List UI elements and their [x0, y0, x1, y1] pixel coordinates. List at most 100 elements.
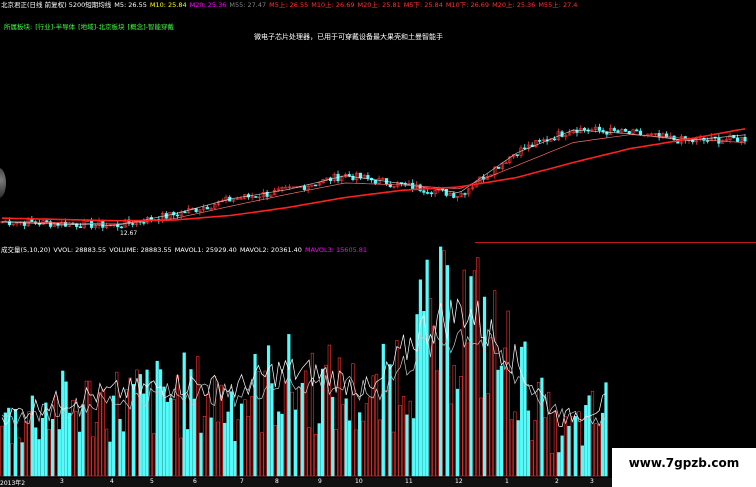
- indicator-value: M5下: 25.84: [403, 1, 443, 9]
- candle-body: [302, 186, 307, 190]
- volume-bar: [101, 388, 105, 477]
- volume-bar: [61, 370, 65, 477]
- candle-body: [515, 154, 519, 156]
- volume-bar: [371, 375, 375, 477]
- volume-bar: [223, 422, 227, 477]
- candle-body: [366, 175, 370, 179]
- volume-bar: [334, 429, 338, 477]
- volume-bar: [47, 429, 51, 477]
- volume-bar: [395, 340, 399, 477]
- volume-bar: [24, 420, 28, 477]
- volume-bar: [51, 419, 55, 477]
- volume-bar: [192, 398, 196, 477]
- volume-bar: [469, 276, 473, 477]
- volume-bar: [506, 310, 510, 477]
- volume-bar: [509, 419, 514, 477]
- volume-bar: [121, 431, 126, 477]
- volume-bar: [263, 370, 267, 477]
- candle-body: [119, 226, 124, 229]
- candle-body: [635, 129, 639, 132]
- candle-body: [575, 129, 579, 133]
- candle-body: [612, 128, 616, 131]
- volume-bar: [398, 405, 402, 477]
- date-tick-label: 3: [590, 478, 594, 485]
- indicator-value: M10下: 26.69: [445, 1, 490, 9]
- volume-bar: [327, 344, 331, 477]
- volume-bar: [560, 435, 564, 477]
- volume-bar: [567, 425, 571, 477]
- candle-body: [623, 128, 628, 132]
- volume-bar: [314, 433, 318, 477]
- moving-average-line-m55: [1, 128, 746, 222]
- volume-bar: [266, 345, 271, 477]
- volume-bar: [462, 269, 466, 477]
- sector-tag: 所属板块:: [4, 23, 33, 31]
- volume-bar: [587, 395, 591, 477]
- volume-bar: [17, 437, 21, 477]
- volume-bar: [466, 342, 470, 477]
- volume-bar: [10, 443, 14, 477]
- candle-body: [194, 208, 198, 212]
- volume-bar: [293, 409, 298, 477]
- volume-bar: [472, 270, 477, 477]
- volume-bar: [307, 427, 311, 477]
- candle-body: [131, 223, 135, 225]
- indicator-value: M10上: 26.69: [311, 1, 355, 9]
- volume-bar: [142, 393, 146, 477]
- volume-bar: [182, 352, 186, 477]
- volume-bar: [304, 370, 308, 477]
- candle-body: [205, 206, 209, 210]
- candle-body: [440, 188, 445, 191]
- volume-bar: [236, 419, 240, 477]
- volume-bar: [250, 396, 254, 477]
- volume-bar: [243, 399, 247, 477]
- volume-bar: [44, 402, 48, 477]
- volume-indicator: MAVOL1: 25929.40: [174, 246, 237, 254]
- indicator-header: 北京君正(日线 前复权) 5200短期均线 M5: 26.55 M10: 25.84…: [1, 0, 580, 10]
- volume-bar: [30, 395, 34, 477]
- date-tick-label: 11: [405, 478, 413, 485]
- candle-body: [254, 196, 258, 198]
- volume-bar: [162, 386, 166, 477]
- volume-bar: [597, 424, 601, 477]
- volume-bar: [486, 393, 490, 477]
- volume-bar: [520, 346, 524, 477]
- sector-info: 所属板块: [行业]-半导体 [地域]-北京板块 [概念]-智能穿戴: [4, 21, 177, 31]
- volume-bar: [317, 423, 321, 477]
- candle-body: [452, 193, 456, 198]
- date-tick-label: 3: [60, 478, 64, 485]
- candle-body: [627, 131, 631, 134]
- volume-bar: [385, 389, 389, 477]
- volume-bar: [175, 375, 180, 477]
- volume-bar: [601, 412, 605, 477]
- volume-bar: [493, 290, 497, 477]
- candle-body: [90, 220, 94, 228]
- volume-header: 成交量(5,10,20) VVOL: 28883.55 VOLUME: 28883.…: [1, 244, 370, 254]
- volume-bar: [347, 420, 352, 477]
- moving-average-line-m5: [1, 129, 746, 226]
- volume-bar: [354, 429, 358, 477]
- volume-bar: [260, 432, 264, 477]
- volume-bar: [300, 382, 304, 477]
- volume-bar: [523, 341, 527, 477]
- volume-bar: [169, 397, 173, 477]
- volume-bar: [206, 394, 210, 477]
- volume-bar: [0, 425, 4, 477]
- volume-bar: [246, 416, 250, 477]
- volume-bar: [604, 382, 608, 477]
- volume-bar: [229, 391, 234, 477]
- date-tick-label: 12: [455, 478, 463, 485]
- volume-bar: [277, 411, 281, 477]
- volume-bar: [54, 395, 58, 477]
- candle-body: [314, 184, 318, 187]
- volume-bar: [476, 257, 480, 477]
- volume-bar: [273, 425, 277, 477]
- volume-bar: [412, 418, 416, 477]
- date-tick-label: 1: [505, 478, 509, 485]
- volume-bar: [98, 392, 102, 477]
- volume-bar: [435, 370, 439, 477]
- candle-body: [463, 193, 467, 195]
- candle-body: [101, 220, 105, 228]
- volume-bar: [179, 437, 183, 477]
- indicator-value: 北京君正(日线 前复权) 5200短期均线: [1, 1, 112, 9]
